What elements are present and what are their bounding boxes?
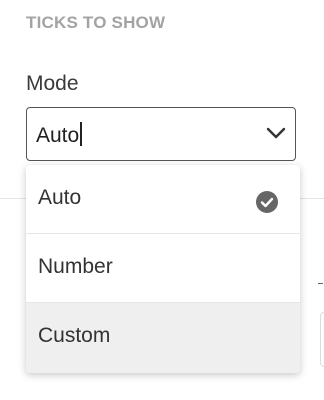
partial-input-field[interactable] bbox=[320, 312, 324, 367]
option-number[interactable]: Number bbox=[26, 234, 300, 303]
check-circle-icon bbox=[256, 191, 278, 218]
option-label: Custom bbox=[38, 324, 111, 347]
text-caret bbox=[80, 122, 82, 146]
chevron-down-icon[interactable] bbox=[265, 125, 287, 146]
partial-label-fragment bbox=[318, 283, 323, 284]
section-title: TICKS TO SHOW bbox=[26, 13, 166, 32]
mode-label: Mode bbox=[26, 72, 79, 95]
option-label: Number bbox=[38, 255, 113, 278]
section-divider bbox=[300, 198, 324, 199]
mode-dropdown-menu: Auto Number Custom bbox=[26, 165, 300, 373]
mode-select[interactable]: Auto bbox=[26, 107, 296, 161]
option-label: Auto bbox=[38, 186, 82, 209]
mode-select-value[interactable]: Auto bbox=[36, 122, 82, 148]
option-auto[interactable]: Auto bbox=[26, 165, 300, 234]
section-divider bbox=[0, 198, 26, 199]
option-custom[interactable]: Custom bbox=[26, 303, 300, 373]
